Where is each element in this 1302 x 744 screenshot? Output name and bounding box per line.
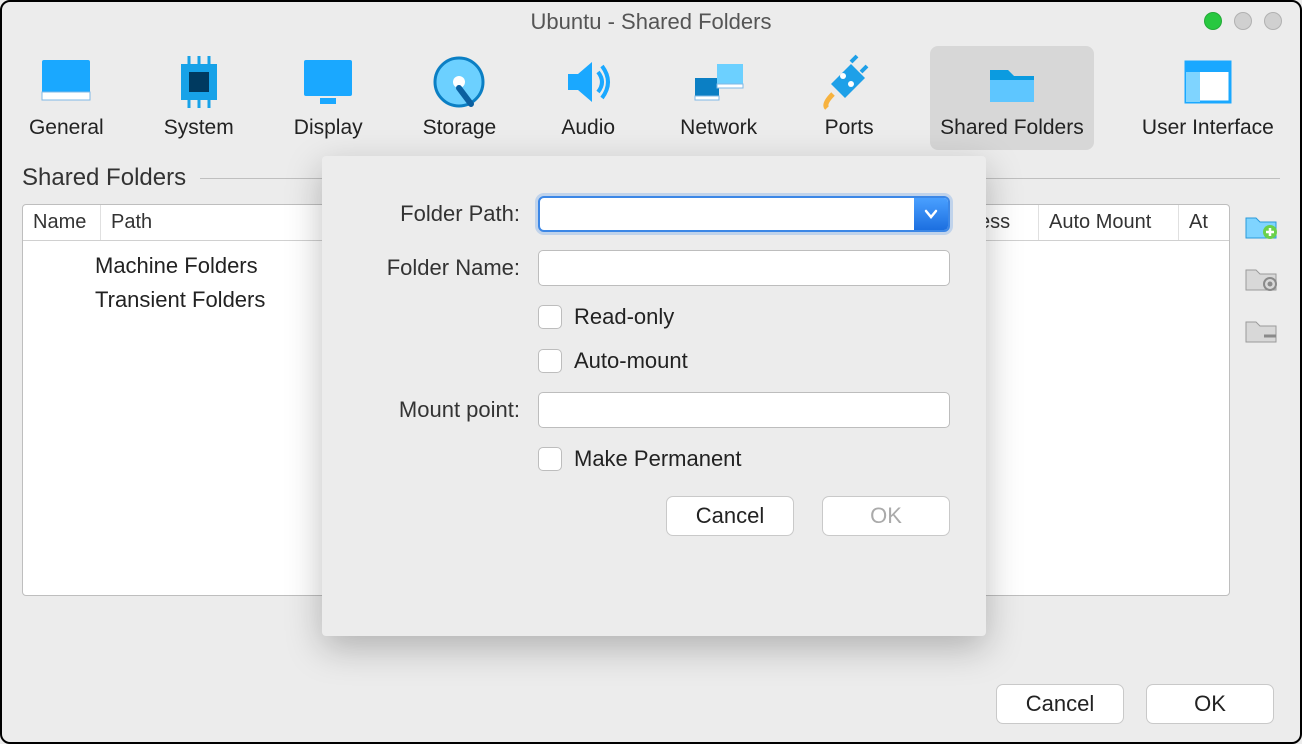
window-controls [1204,12,1282,30]
tab-shared-folders[interactable]: Shared Folders [930,46,1094,150]
tab-label: Ports [825,116,874,140]
settings-window: Ubuntu - Shared Folders General System D… [0,0,1302,744]
folder-name-input[interactable] [538,250,950,286]
row-mount-point: Mount point: [358,392,950,428]
label-read-only: Read-only [574,304,674,330]
window-buttons: Cancel OK [996,684,1274,724]
disk-icon [431,54,487,110]
row-folder-path: Folder Path: [358,196,950,232]
col-automount[interactable]: Auto Mount [1039,205,1179,240]
col-at[interactable]: At [1179,205,1229,240]
tab-label: Storage [423,116,497,140]
label-make-permanent: Make Permanent [574,446,742,472]
tab-user-interface[interactable]: User Interface [1132,46,1284,150]
chip-icon [171,54,227,110]
tab-label: System [164,116,234,140]
mount-point-input[interactable] [538,392,950,428]
network-icon [691,54,747,110]
tab-label: User Interface [1142,116,1274,140]
minimize-button[interactable] [1234,12,1252,30]
remove-folder-button[interactable] [1242,312,1280,346]
folder-icon [984,54,1040,110]
section-title: Shared Folders [22,164,186,192]
label-folder-name: Folder Name: [358,255,538,281]
window-cancel-button[interactable]: Cancel [996,684,1124,724]
tab-audio[interactable]: Audio [545,46,631,150]
label-folder-path: Folder Path: [358,201,538,227]
tab-label: Audio [561,116,615,140]
tab-label: Network [680,116,757,140]
tab-network[interactable]: Network [669,46,768,150]
folder-path-value[interactable] [540,198,914,230]
settings-toolbar: General System Display Storage Audio [2,42,1300,150]
read-only-checkbox[interactable] [538,305,562,329]
chevron-down-icon[interactable] [914,198,948,230]
add-share-dialog: Folder Path: Folder Name: Read-only [322,156,986,636]
label-auto-mount: Auto-mount [574,348,688,374]
speaker-icon [560,54,616,110]
dialog-cancel-button[interactable]: Cancel [666,496,794,536]
make-permanent-checkbox[interactable] [538,447,562,471]
tab-label: Shared Folders [940,116,1084,140]
add-folder-button[interactable] [1242,208,1280,242]
tab-general[interactable]: General [18,46,115,150]
ui-icon [1180,54,1236,110]
maximize-button[interactable] [1204,12,1222,30]
tab-storage[interactable]: Storage [412,46,508,150]
dialog-buttons: Cancel OK [358,496,950,536]
col-name[interactable]: Name [23,205,101,240]
tab-system[interactable]: System [153,46,245,150]
monitor-icon [38,54,94,110]
close-button[interactable] [1264,12,1282,30]
display-icon [300,54,356,110]
tab-ports[interactable]: Ports [806,46,892,150]
edit-folder-button[interactable] [1242,260,1280,294]
auto-mount-checkbox[interactable] [538,349,562,373]
tab-display[interactable]: Display [283,46,374,150]
row-make-permanent: Make Permanent [358,446,950,472]
dialog-ok-button[interactable]: OK [822,496,950,536]
row-folder-name: Folder Name: [358,250,950,286]
port-icon [821,54,877,110]
table-side-actions [1242,204,1280,346]
row-read-only: Read-only [358,304,950,330]
folder-path-combo[interactable] [538,196,950,232]
tab-label: Display [294,116,363,140]
row-auto-mount: Auto-mount [358,348,950,374]
label-mount-point: Mount point: [358,397,538,423]
tab-label: General [29,116,104,140]
window-title: Ubuntu - Shared Folders [531,9,772,35]
titlebar: Ubuntu - Shared Folders [2,2,1300,42]
window-ok-button[interactable]: OK [1146,684,1274,724]
